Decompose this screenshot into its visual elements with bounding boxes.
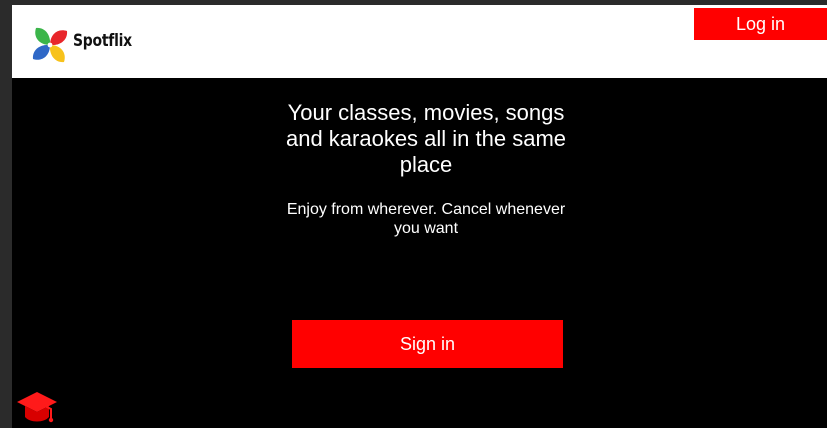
hero-subtitle: Enjoy from wherever. Cancel whenever you… [286,201,566,237]
pinwheel-logo-icon [32,27,68,63]
signin-button[interactable]: Sign in [292,320,563,368]
top-navbar: Spotflix Log in [12,5,827,78]
login-button[interactable]: Log in [694,8,827,40]
hero-title: Your classes, movies, songs and karaokes… [285,100,567,177]
brand-name: Spotflix [73,31,132,51]
graduation-cap-icon[interactable] [16,387,58,427]
app-frame: Spotflix Log in Your classes, movies, so… [12,5,827,428]
